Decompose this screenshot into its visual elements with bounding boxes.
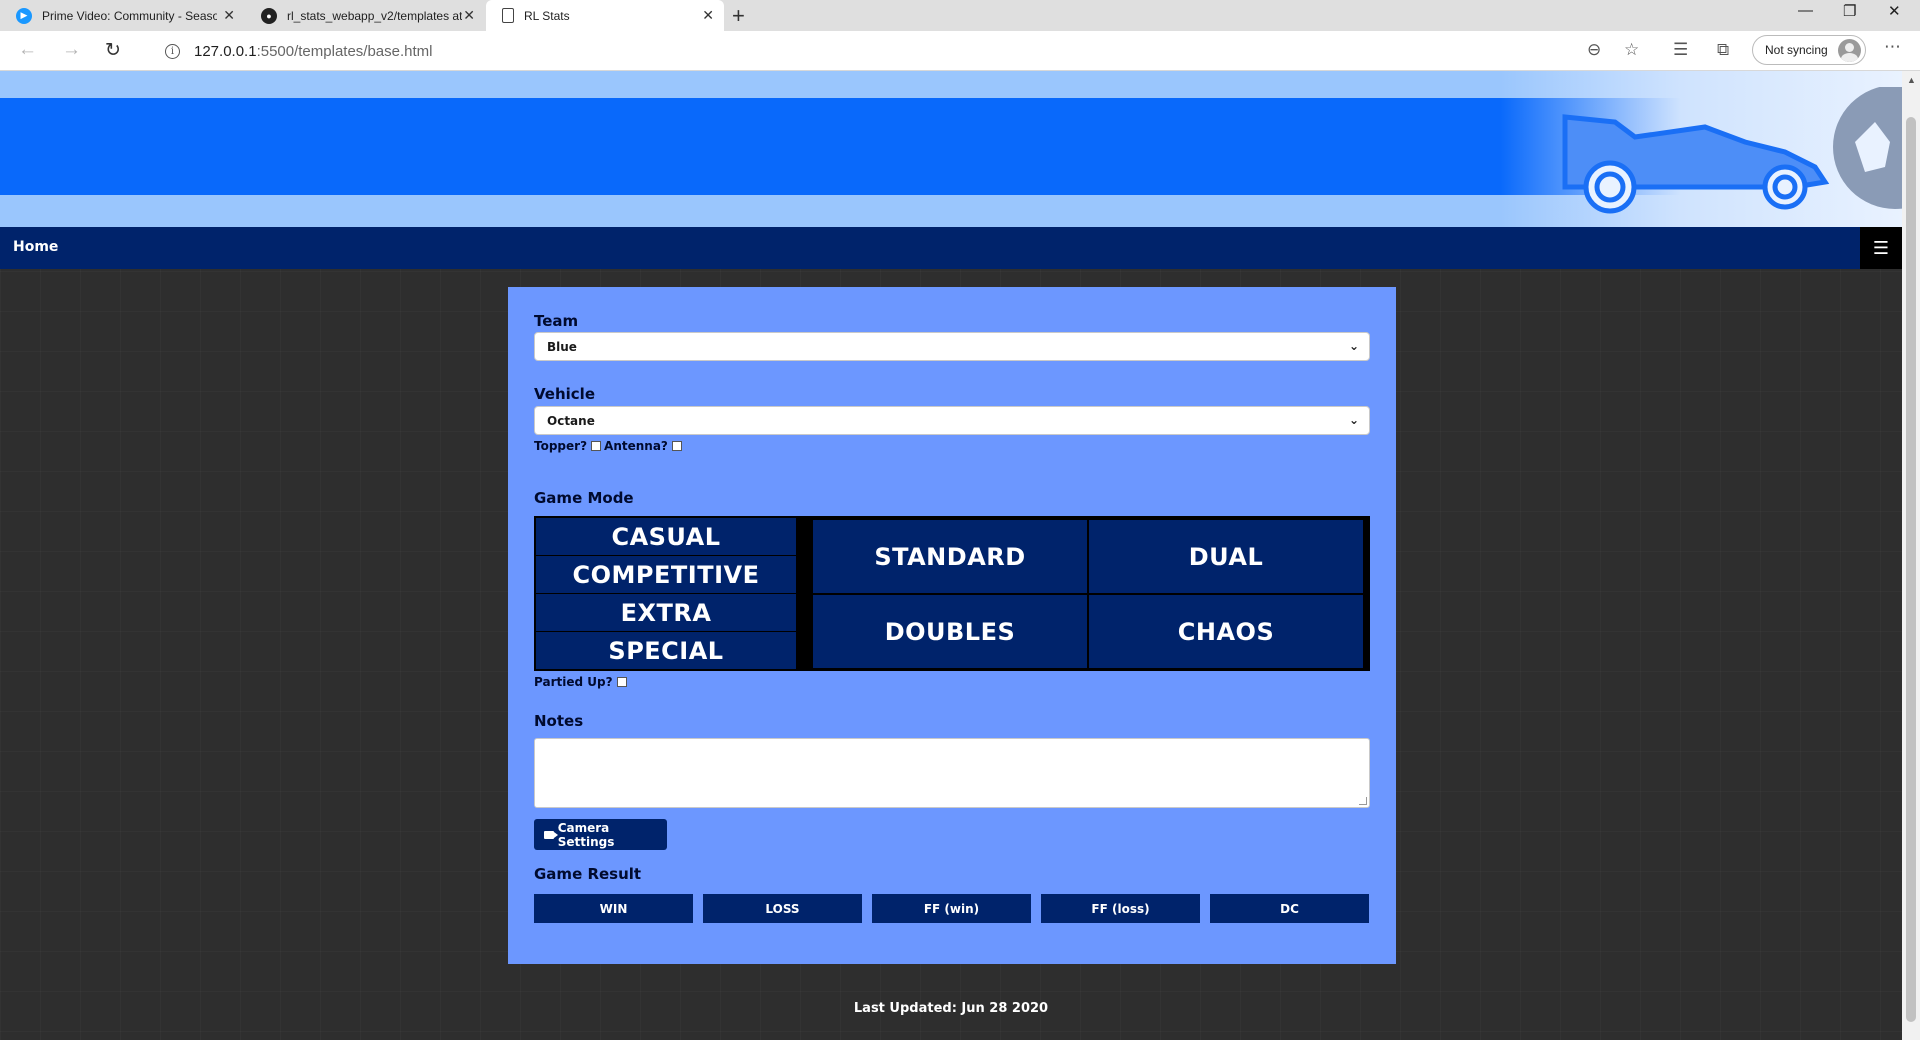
tab-title: rl_stats_webapp_v2/templates at [287, 8, 462, 23]
restore-icon[interactable]: ❐ [1843, 2, 1856, 20]
back-icon[interactable]: ← [18, 39, 37, 61]
scrollbar[interactable]: ▲ [1902, 71, 1920, 1040]
new-tab-icon[interactable]: + [732, 3, 745, 29]
close-icon[interactable]: ✕ [223, 7, 235, 24]
mode-dual[interactable]: DUAL [1089, 520, 1363, 593]
mode-standard[interactable]: STANDARD [813, 520, 1087, 593]
nav-home-link[interactable]: Home [13, 239, 58, 255]
result-dc-button[interactable]: DC [1210, 894, 1369, 923]
forward-icon[interactable]: → [62, 39, 81, 61]
tab-title: Prime Video: Community - Seaso [42, 8, 217, 23]
scroll-up-icon[interactable]: ▲ [1907, 75, 1916, 85]
avatar [1838, 39, 1861, 62]
close-window-icon[interactable]: ✕ [1888, 2, 1901, 20]
topper-checkbox[interactable] [591, 441, 602, 451]
close-icon[interactable]: ✕ [463, 7, 475, 24]
page: Home ☰ Team Blue ⌄ Vehicle Octane ⌄ Topp… [0, 71, 1902, 1040]
close-icon[interactable]: ✕ [702, 7, 714, 24]
antenna-checkbox[interactable] [671, 441, 682, 451]
tab-rl-stats[interactable]: RL Stats ✕ [486, 0, 724, 31]
camera-settings-label: Camera Settings [557, 820, 615, 849]
game-result-label: Game Result [534, 865, 642, 883]
resize-handle-icon[interactable] [1359, 797, 1367, 805]
partied-option: Partied Up? [534, 675, 630, 689]
tab-github[interactable]: ● rl_stats_webapp_v2/templates at ✕ [245, 0, 485, 31]
tab-title: RL Stats [524, 8, 570, 23]
topper-label: Topper? [534, 439, 588, 453]
video-camera-icon [544, 830, 558, 839]
tab-strip: ▶ Prime Video: Community - Seaso ✕ ● rl_… [0, 0, 1920, 31]
result-ff-loss-button[interactable]: FF (loss) [1041, 894, 1200, 923]
team-select[interactable]: Blue ⌄ [534, 332, 1370, 361]
page-icon [502, 8, 514, 23]
github-icon: ● [261, 7, 277, 24]
zoom-icon[interactable]: ⊖ [1587, 40, 1601, 60]
url-path: :5500/templates/base.html [256, 42, 433, 60]
vehicle-options: Topper? Antenna? [534, 439, 685, 453]
team-label: Team [534, 312, 579, 330]
notes-label: Notes [534, 712, 584, 730]
scrollbar-thumb[interactable] [1906, 117, 1916, 1022]
vehicle-label: Vehicle [534, 385, 595, 403]
result-ff-win-button[interactable]: FF (win) [872, 894, 1031, 923]
chevron-down-icon: ⌄ [1348, 413, 1359, 427]
playlist-special[interactable]: SPECIAL [536, 632, 796, 669]
stats-form: Team Blue ⌄ Vehicle Octane ⌄ Topper? Ant… [508, 287, 1396, 964]
tab-prime-video[interactable]: ▶ Prime Video: Community - Seaso ✕ [0, 0, 245, 31]
result-win-button[interactable]: WIN [534, 894, 693, 923]
favorite-star-icon[interactable]: ☆ [1624, 40, 1639, 60]
result-loss-button[interactable]: LOSS [703, 894, 862, 923]
navbar: Home ☰ [0, 227, 1902, 269]
camera-settings-button[interactable]: Camera Settings [534, 819, 667, 850]
playlist-competitive[interactable]: COMPETITIVE [536, 556, 796, 593]
playlist-casual[interactable]: CASUAL [536, 518, 796, 555]
last-updated-text: Last Updated: Jun 28 2020 [853, 1001, 1049, 1016]
playlist-list: CASUAL COMPETITIVE EXTRA SPECIAL [536, 518, 796, 669]
antenna-label: Antenna? [604, 439, 668, 453]
team-select-value: Blue [547, 339, 577, 354]
sync-button[interactable]: Not syncing [1752, 35, 1866, 65]
game-mode-grid: CASUAL COMPETITIVE EXTRA SPECIAL STANDAR… [534, 516, 1370, 671]
game-mode-label: Game Mode [534, 489, 634, 507]
favorites-icon[interactable]: ☰ [1673, 40, 1688, 60]
notes-textarea[interactable] [534, 738, 1370, 808]
rocket-league-logo [1562, 87, 1902, 214]
mode-chaos[interactable]: CHAOS [1089, 595, 1363, 668]
hamburger-menu-icon[interactable]: ☰ [1860, 227, 1902, 269]
address-bar: ← → ↻ i 127.0.0.1 :5500/templates/base.h… [0, 31, 1920, 71]
info-icon[interactable]: i [165, 43, 180, 59]
refresh-icon[interactable]: ↻ [105, 39, 121, 62]
url-field[interactable]: i 127.0.0.1 :5500/templates/base.html [145, 36, 1525, 66]
partied-label: Partied Up? [534, 675, 613, 689]
url-host: 127.0.0.1 [194, 42, 257, 60]
vehicle-select[interactable]: Octane ⌄ [534, 406, 1370, 435]
prime-video-icon: ▶ [16, 7, 32, 24]
more-icon[interactable]: ⋯ [1884, 37, 1901, 57]
minimize-icon[interactable]: — [1798, 2, 1813, 19]
chevron-down-icon: ⌄ [1348, 339, 1359, 353]
banner [0, 71, 1902, 227]
mode-doubles[interactable]: DOUBLES [813, 595, 1087, 668]
partied-checkbox[interactable] [616, 677, 627, 687]
sync-label: Not syncing [1765, 43, 1828, 57]
playlist-extra[interactable]: EXTRA [536, 594, 796, 631]
vehicle-select-value: Octane [547, 413, 595, 428]
collections-icon[interactable]: ⧉ [1717, 40, 1729, 60]
